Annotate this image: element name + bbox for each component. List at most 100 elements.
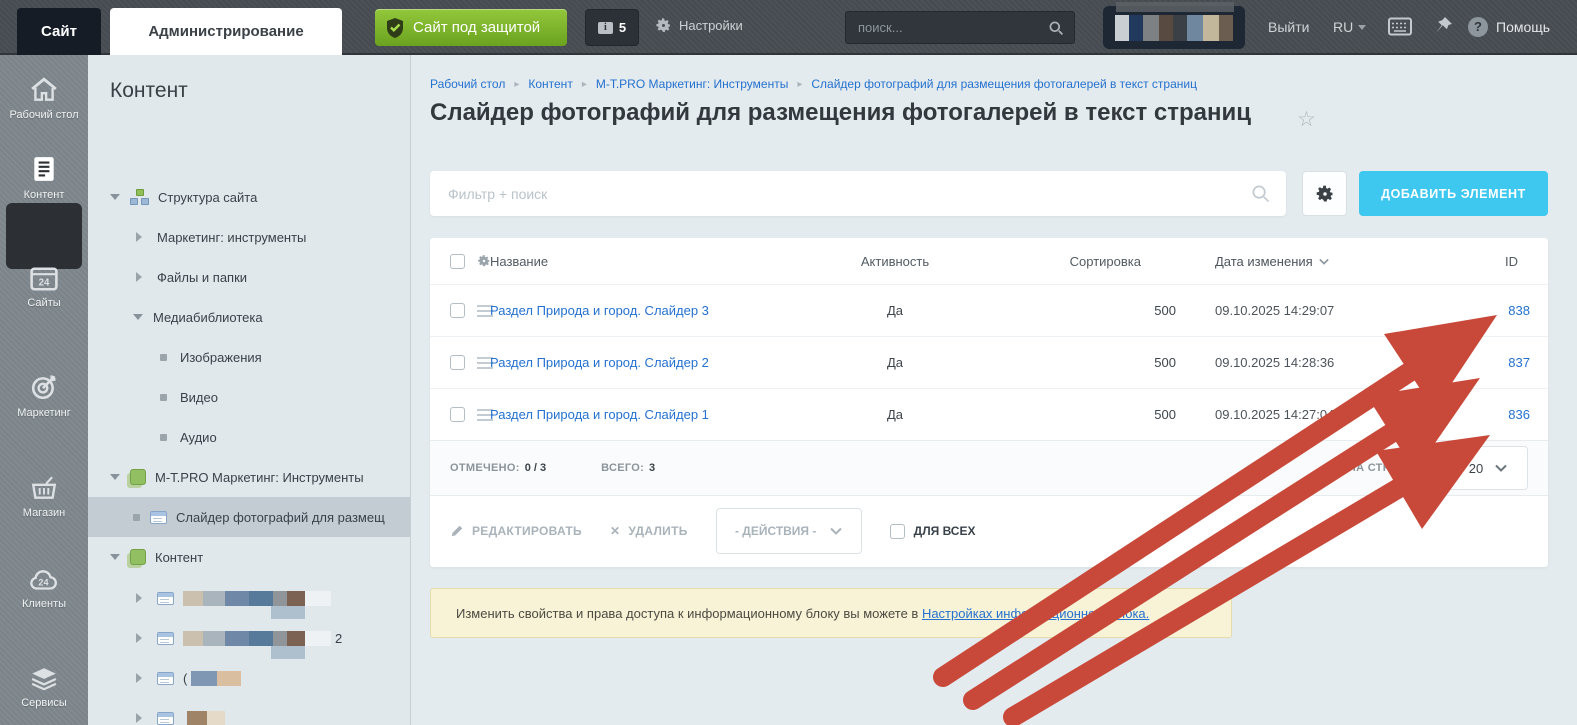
tree-item-video[interactable]: Видео — [88, 377, 411, 417]
breadcrumb-item[interactable]: M-T.PRO Маркетинг: Инструменты — [596, 77, 789, 91]
breadcrumb-item[interactable]: Слайдер фотографий для размещения фотога… — [811, 77, 1197, 91]
collapse-arrow-icon[interactable] — [136, 713, 147, 723]
document-icon — [0, 155, 88, 183]
tree-item-redacted[interactable]: 2 — [88, 618, 411, 658]
favorite-star-icon[interactable]: ☆ — [1297, 107, 1316, 132]
tree-item-redacted[interactable] — [88, 578, 411, 618]
breadcrumb-item[interactable]: Рабочий стол — [430, 77, 505, 91]
help-button[interactable]: ? Помощь — [1468, 17, 1550, 37]
infoblock-settings-link[interactable]: Настройках информационного блока. — [922, 606, 1149, 621]
tree-item-site-structure[interactable]: Структура сайта — [88, 177, 411, 217]
sidebar-item-services[interactable]: Сервисы — [0, 667, 88, 710]
svg-text:24: 24 — [38, 577, 49, 587]
sidebar-item-desktop[interactable]: Рабочий стол — [0, 77, 88, 122]
column-header-id[interactable]: ID — [1430, 254, 1548, 269]
for-all-label: ДЛЯ ВСЕХ — [914, 524, 976, 538]
tree-item-audio[interactable]: Аудио — [88, 417, 411, 457]
bullet-icon — [160, 434, 167, 441]
element-id-link[interactable]: 838 — [1508, 303, 1530, 318]
settings-button[interactable]: Настройки — [655, 17, 743, 34]
select-all-checkbox[interactable] — [450, 254, 465, 269]
row-checkbox[interactable] — [450, 355, 465, 370]
per-page-label: НА СТРАНИЦЕ: — [1348, 462, 1434, 474]
collapse-arrow-icon[interactable] — [136, 232, 147, 242]
tree-item-label: M-T.PRO Маркетинг: Инструменты — [155, 470, 364, 485]
element-name-link[interactable]: Раздел Природа и город. Слайдер 2 — [490, 355, 709, 370]
expand-arrow-icon[interactable] — [110, 194, 120, 205]
column-header-sort[interactable]: Сортировка — [970, 254, 1186, 269]
collapse-arrow-icon[interactable] — [136, 633, 147, 643]
active-value: Да — [820, 303, 970, 318]
grid-settings-button[interactable] — [1302, 171, 1347, 216]
row-checkbox[interactable] — [450, 303, 465, 318]
actions-dropdown[interactable]: - ДЕЙСТВИЯ - — [716, 508, 862, 554]
edit-button[interactable]: РЕДАКТИРОВАТЬ — [450, 524, 582, 538]
expand-arrow-icon[interactable] — [110, 554, 120, 565]
sidebar-item-content[interactable]: Контент — [0, 155, 88, 202]
sidebar-item-sites[interactable]: 24 Сайты — [0, 267, 88, 310]
user-account-redacted[interactable] — [1103, 6, 1245, 49]
filter-search-input[interactable] — [430, 186, 1251, 202]
table-row[interactable]: Раздел Природа и город. Слайдер 1 Да 500… — [430, 388, 1548, 440]
collapse-arrow-icon[interactable] — [136, 593, 147, 603]
basket-icon — [0, 475, 88, 501]
tree-item-images[interactable]: Изображения — [88, 337, 411, 377]
expand-arrow-icon[interactable] — [133, 314, 143, 325]
tree-item-marketing-tools[interactable]: Маркетинг: инструменты — [88, 217, 411, 257]
columns-gear-icon[interactable] — [477, 254, 491, 268]
keyboard-icon[interactable] — [1388, 17, 1412, 36]
column-header-modified[interactable]: Дата изменения — [1186, 254, 1430, 269]
breadcrumb-item[interactable]: Контент — [528, 77, 572, 91]
modified-value: 09.10.2025 14:28:36 — [1186, 355, 1430, 370]
logout-link[interactable]: Выйти — [1268, 19, 1309, 35]
tab-admin-active[interactable]: Администрирование — [110, 8, 342, 55]
modified-value: 09.10.2025 14:27:04 — [1186, 407, 1430, 422]
site-protected-button[interactable]: Сайт под защитой — [375, 9, 567, 46]
infoblock-notice: Изменить свойства и права доступа к инфо… — [430, 588, 1232, 638]
search-icon[interactable] — [1251, 184, 1286, 203]
notifications-button[interactable]: i 5 — [585, 9, 639, 46]
redacted-label — [183, 591, 331, 606]
tree-item-redacted[interactable]: ( — [88, 658, 411, 698]
page-title: Слайдер фотографий для размещения фотога… — [430, 99, 1251, 127]
collapse-arrow-icon[interactable] — [136, 272, 147, 282]
element-name-link[interactable]: Раздел Природа и город. Слайдер 1 — [490, 407, 709, 422]
element-name-link[interactable]: Раздел Природа и город. Слайдер 3 — [490, 303, 709, 318]
column-header-active[interactable]: Активность — [820, 254, 970, 269]
sidebar-item-label: Магазин — [0, 507, 88, 520]
search-icon[interactable] — [1048, 20, 1074, 36]
table-row[interactable]: Раздел Природа и город. Слайдер 2 Да 500… — [430, 336, 1548, 388]
sidebar-item-marketing[interactable]: Маркетинг — [0, 373, 88, 420]
breadcrumb-separator-icon: ▸ — [514, 79, 519, 90]
element-id-link[interactable]: 837 — [1508, 355, 1530, 370]
sort-value: 500 — [970, 407, 1186, 422]
delete-button[interactable]: ✕ УДАЛИТЬ — [610, 524, 688, 538]
pin-icon[interactable] — [1433, 16, 1453, 36]
bullet-icon — [160, 394, 167, 401]
tree-item-label: Маркетинг: инструменты — [157, 230, 306, 245]
topbar-search-input[interactable] — [846, 20, 1048, 35]
tree-item-redacted[interactable] — [88, 698, 411, 725]
language-selector[interactable]: RU — [1333, 19, 1366, 35]
row-checkbox[interactable] — [450, 407, 465, 422]
for-all-checkbox[interactable] — [890, 524, 905, 539]
tree-item-photo-slider-selected[interactable]: Слайдер фотографий для размещ — [88, 497, 411, 537]
table-row[interactable]: Раздел Природа и город. Слайдер 3 Да 500… — [430, 284, 1548, 336]
tree-item-mtpro-marketing[interactable]: M-T.PRO Маркетинг: Инструменты — [88, 457, 411, 497]
expand-arrow-icon[interactable] — [110, 474, 120, 485]
for-all-toggle[interactable]: ДЛЯ ВСЕХ — [890, 524, 976, 539]
sidebar-item-shop[interactable]: Магазин — [0, 475, 88, 520]
collapse-arrow-icon[interactable] — [136, 673, 147, 683]
tree-item-content-block[interactable]: Контент — [88, 537, 411, 577]
per-page-select[interactable]: 20 — [1448, 446, 1528, 490]
tree-item-files-folders[interactable]: Файлы и папки — [88, 257, 411, 297]
tree-item-label: Файлы и папки — [157, 270, 247, 285]
gear-icon — [1315, 184, 1335, 204]
sidebar-item-clients[interactable]: 24 Клиенты — [0, 570, 88, 611]
add-element-button[interactable]: ДОБАВИТЬ ЭЛЕМЕНТ — [1359, 171, 1548, 216]
tab-site[interactable]: Сайт — [17, 8, 101, 55]
column-header-name[interactable]: Название — [490, 254, 820, 269]
tree-item-media-library[interactable]: Медиабиблиотека — [88, 297, 411, 337]
element-id-link[interactable]: 836 — [1508, 407, 1530, 422]
infoblock-icon — [157, 632, 174, 645]
